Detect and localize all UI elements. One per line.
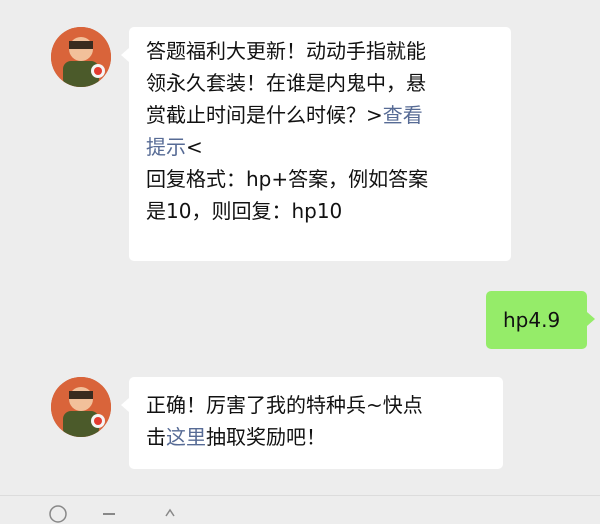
- message-bubble[interactable]: 正确！厉害了我的特种兵~快点 击这里抽取奖励吧！: [129, 377, 503, 469]
- avatar[interactable]: [51, 377, 111, 437]
- message-line: 击这里抽取奖励吧！: [146, 421, 503, 453]
- message-line: 赏截止时间是什么时候？>查看: [146, 99, 511, 131]
- message-line: 领永久套装！在谁是内鬼中，悬: [146, 71, 426, 95]
- message-line: 答题福利大更新！动动手指就能: [146, 39, 426, 63]
- avatar-image: [51, 27, 111, 87]
- bubble-tail: [121, 398, 129, 412]
- message-line: 提示<: [146, 131, 511, 163]
- emoji-icon[interactable]: [100, 504, 120, 524]
- bubble-tail: [121, 48, 129, 62]
- chat-area: 答题福利大更新！动动手指就能 领永久套装！在谁是内鬼中，悬 赏截止时间是什么时候…: [0, 0, 600, 495]
- message-bubble[interactable]: hp4.9: [486, 291, 587, 349]
- reward-link[interactable]: 这里: [166, 425, 206, 449]
- message-text: 抽取奖励吧！: [206, 425, 326, 449]
- message-line: 回复格式：hp+答案，例如答案: [146, 167, 429, 191]
- message-text: hp4.9: [503, 308, 561, 332]
- voice-icon[interactable]: [48, 504, 68, 524]
- more-icon[interactable]: [160, 504, 180, 524]
- view-hint-link-cont[interactable]: 提示: [146, 135, 186, 159]
- message-text: 击: [146, 425, 166, 449]
- message-text: 赏截止时间是什么时候？>: [146, 103, 383, 127]
- bubble-tail: [587, 312, 595, 326]
- input-bar: [0, 496, 600, 523]
- message-text: <: [186, 135, 203, 159]
- message-bubble[interactable]: 答题福利大更新！动动手指就能 领永久套装！在谁是内鬼中，悬 赏截止时间是什么时候…: [129, 27, 511, 261]
- view-hint-link[interactable]: 查看: [383, 103, 423, 127]
- message-line: 是10，则回复：hp10: [146, 199, 343, 223]
- avatar[interactable]: [51, 27, 111, 87]
- message-line: 正确！厉害了我的特种兵~快点: [146, 393, 423, 417]
- avatar-image: [51, 377, 111, 437]
